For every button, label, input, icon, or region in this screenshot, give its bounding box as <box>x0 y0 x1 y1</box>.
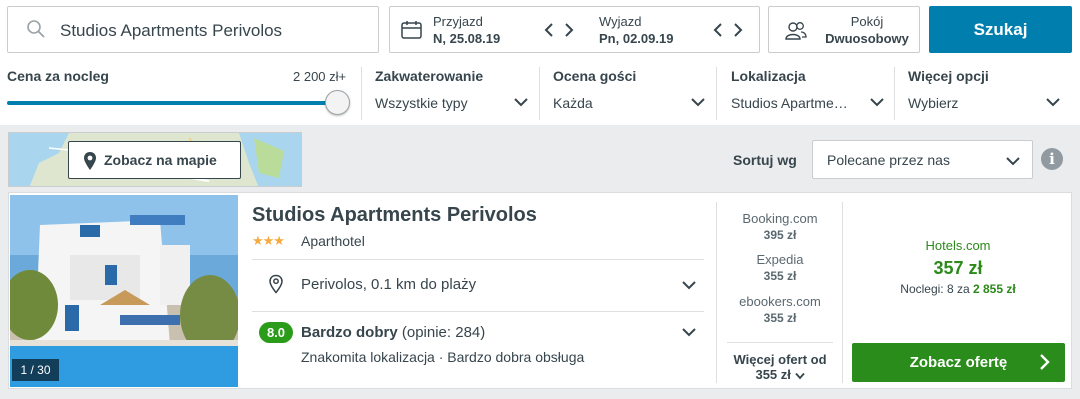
rating-filter-label: Ocena gości <box>553 68 637 84</box>
search-button[interactable]: Szukaj <box>929 6 1072 53</box>
best-offer[interactable]: Hotels.com 357 zł Noclegi: 8 za 2 855 zł <box>843 238 1073 296</box>
offer-price: 395 zł <box>763 228 797 242</box>
more-options-value[interactable]: Wybierz <box>908 95 958 111</box>
card-divider <box>727 342 833 343</box>
rating-summary[interactable]: Bardzo dobry (opinie: 284) <box>301 324 485 341</box>
nights-total: 2 855 zł <box>973 282 1016 296</box>
show-map-label: Zobacz na mapie <box>104 152 217 168</box>
checkin-value[interactable]: N, 25.08.19 <box>433 31 500 46</box>
price-filter-label: Cena za nocleg <box>7 68 109 84</box>
more-offers-price: 355 zł <box>755 367 791 382</box>
offer-provider: ebookers.com <box>739 294 821 309</box>
filter-divider <box>539 67 540 120</box>
checkin-next-icon[interactable] <box>564 23 574 37</box>
checkout-label: Wyjazd <box>599 14 642 29</box>
chevron-down-icon[interactable] <box>682 327 696 337</box>
offer-provider: Booking.com <box>742 211 818 226</box>
chevron-down-icon[interactable] <box>870 97 884 107</box>
filter-divider <box>894 67 895 120</box>
date-picker[interactable]: Przyjazd N, 25.08.19 Wyjazd Pn, 02.09.19 <box>389 6 760 53</box>
more-options-label: Więcej opcji <box>908 68 989 84</box>
calendar-icon <box>401 21 422 39</box>
map-pin-icon <box>84 152 96 170</box>
view-deal-button[interactable]: Zobacz ofertę <box>852 343 1065 382</box>
info-icon[interactable]: i <box>1041 148 1063 170</box>
chevron-down-icon[interactable] <box>1046 97 1060 107</box>
offer-provider: Expedia <box>756 252 804 267</box>
rating-description: Znakomita lokalizacja · Bardzo dobra obs… <box>301 349 585 365</box>
location-pin-icon <box>269 274 283 294</box>
chevron-down-icon[interactable] <box>514 97 528 107</box>
chevron-down-icon <box>1006 157 1020 166</box>
offer-row[interactable]: ebookers.com 355 zł <box>720 294 840 325</box>
best-offer-price: 357 zł <box>933 258 983 278</box>
more-offers-link[interactable]: Więcej ofert od 355 zł <box>725 352 835 382</box>
people-icon <box>785 22 807 40</box>
chevron-down-icon <box>794 372 805 379</box>
price-filter-max: 2 200 zł+ <box>293 69 347 84</box>
best-offer-provider: Hotels.com <box>925 238 991 253</box>
rating-filter-value[interactable]: Każda <box>553 95 593 111</box>
card-divider <box>252 311 704 312</box>
card-divider <box>716 202 717 383</box>
checkout-next-icon[interactable] <box>733 23 743 37</box>
filter-divider <box>361 67 362 120</box>
hotel-location[interactable]: Perivolos, 0.1 km do plaży <box>301 276 476 293</box>
search-input[interactable]: Studios Apartments Perivolos <box>7 6 379 53</box>
accommodation-filter-value[interactable]: Wszystkie typy <box>375 95 468 111</box>
chevron-down-icon[interactable] <box>682 280 696 290</box>
room-label: Pokój <box>850 14 884 29</box>
rating-label: Bardzo dobry <box>301 324 398 341</box>
room-value: Dwuosobowy <box>825 31 909 46</box>
filter-divider <box>716 67 717 120</box>
search-icon <box>27 20 45 38</box>
more-offers-label: Więcej ofert od <box>733 352 827 367</box>
price-slider-track[interactable] <box>7 101 337 105</box>
chevron-right-icon <box>1040 354 1050 370</box>
nights-text: Noclegi: 8 za <box>900 282 970 296</box>
checkin-label: Przyjazd <box>433 14 483 29</box>
sort-value: Polecane przez nas <box>827 152 950 168</box>
location-filter-label: Lokalizacja <box>731 68 806 84</box>
search-query: Studios Apartments Perivolos <box>60 21 283 40</box>
chevron-down-icon[interactable] <box>691 97 705 107</box>
offer-price: 355 zł <box>763 269 797 283</box>
photo-counter: 1 / 30 <box>12 359 59 381</box>
rating-count: (opinie: 284) <box>401 324 486 341</box>
offer-price: 355 zł <box>763 311 797 325</box>
accommodation-filter-label: Zakwaterowanie <box>375 68 484 84</box>
show-map-button[interactable]: Zobacz na mapie <box>68 141 241 179</box>
sort-select[interactable]: Polecane przez nas <box>812 140 1033 179</box>
rating-score-badge: 8.0 <box>259 322 293 343</box>
room-selector[interactable]: Pokój Dwuosobowy <box>768 6 920 53</box>
offer-row[interactable]: Expedia 355 zł <box>720 252 840 283</box>
offer-row[interactable]: Booking.com 395 zł <box>720 211 840 242</box>
price-slider-handle[interactable] <box>325 90 350 115</box>
star-rating: ★★★ <box>252 233 285 248</box>
checkout-value[interactable]: Pn, 02.09.19 <box>599 31 673 46</box>
hotel-type: Aparthotel <box>301 233 365 249</box>
location-filter-value[interactable]: Studios Apartme… <box>731 95 848 111</box>
checkin-prev-icon[interactable] <box>544 23 554 37</box>
hotel-name[interactable]: Studios Apartments Perivolos <box>252 204 537 227</box>
checkout-prev-icon[interactable] <box>713 23 723 37</box>
sort-label: Sortuj wg <box>733 152 797 168</box>
card-divider <box>252 259 704 260</box>
view-deal-label: Zobacz ofertę <box>909 354 1008 371</box>
